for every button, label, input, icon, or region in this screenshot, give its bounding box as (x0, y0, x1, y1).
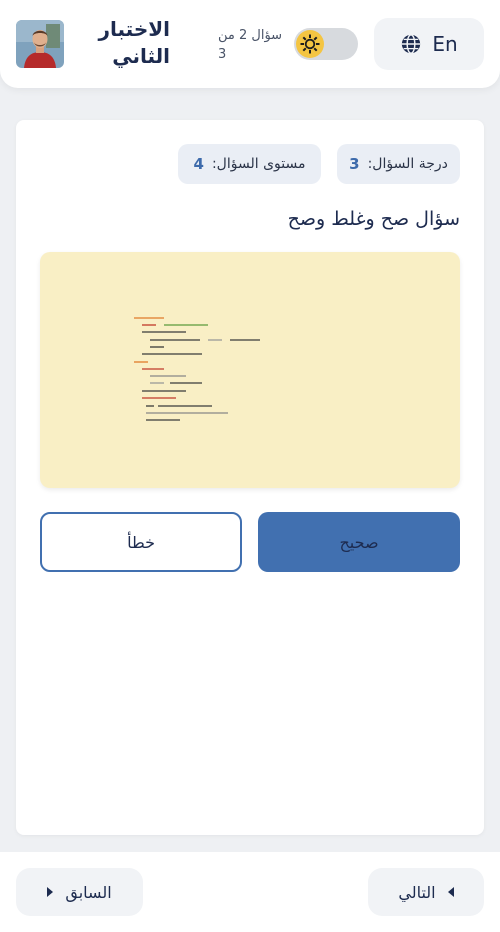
app-header: En سؤال 2 من 3 الاختبار الثاني (0, 0, 500, 88)
question-level-value: 4 (193, 155, 204, 173)
theme-toggle[interactable] (294, 28, 358, 60)
question-grade-value: 3 (349, 155, 360, 173)
question-card: درجة السؤال: 3 مستوى السؤال: 4 سؤال صح و… (16, 120, 484, 835)
previous-label: السابق (65, 882, 112, 902)
avatar[interactable] (16, 20, 64, 68)
code-snippet-image (134, 317, 260, 421)
next-button[interactable]: التالي (368, 868, 484, 916)
answer-false-button[interactable]: خطأ (40, 512, 242, 572)
question-grade-label: درجة السؤال: (367, 156, 448, 172)
question-progress: سؤال 2 من 3 (218, 28, 283, 62)
previous-button[interactable]: السابق (16, 868, 143, 916)
footer-nav: التالي السابق (0, 852, 500, 932)
question-level-label: مستوى السؤال: (211, 156, 306, 172)
question-text: سؤال صح وغلط وصح (287, 208, 460, 230)
triangle-left-icon (447, 887, 454, 897)
question-level-badge: مستوى السؤال: 4 (178, 144, 321, 184)
question-image (40, 252, 460, 488)
exam-title: الاختبار الثاني (98, 17, 170, 68)
triangle-right-icon (47, 887, 54, 897)
language-button[interactable]: En (374, 18, 484, 70)
next-label: التالي (398, 882, 436, 902)
globe-icon (402, 34, 421, 54)
question-grade-badge: درجة السؤال: 3 (337, 144, 460, 184)
answer-true-button[interactable]: صحيح (258, 512, 460, 572)
language-label: En (432, 32, 458, 56)
sun-icon (296, 30, 324, 58)
